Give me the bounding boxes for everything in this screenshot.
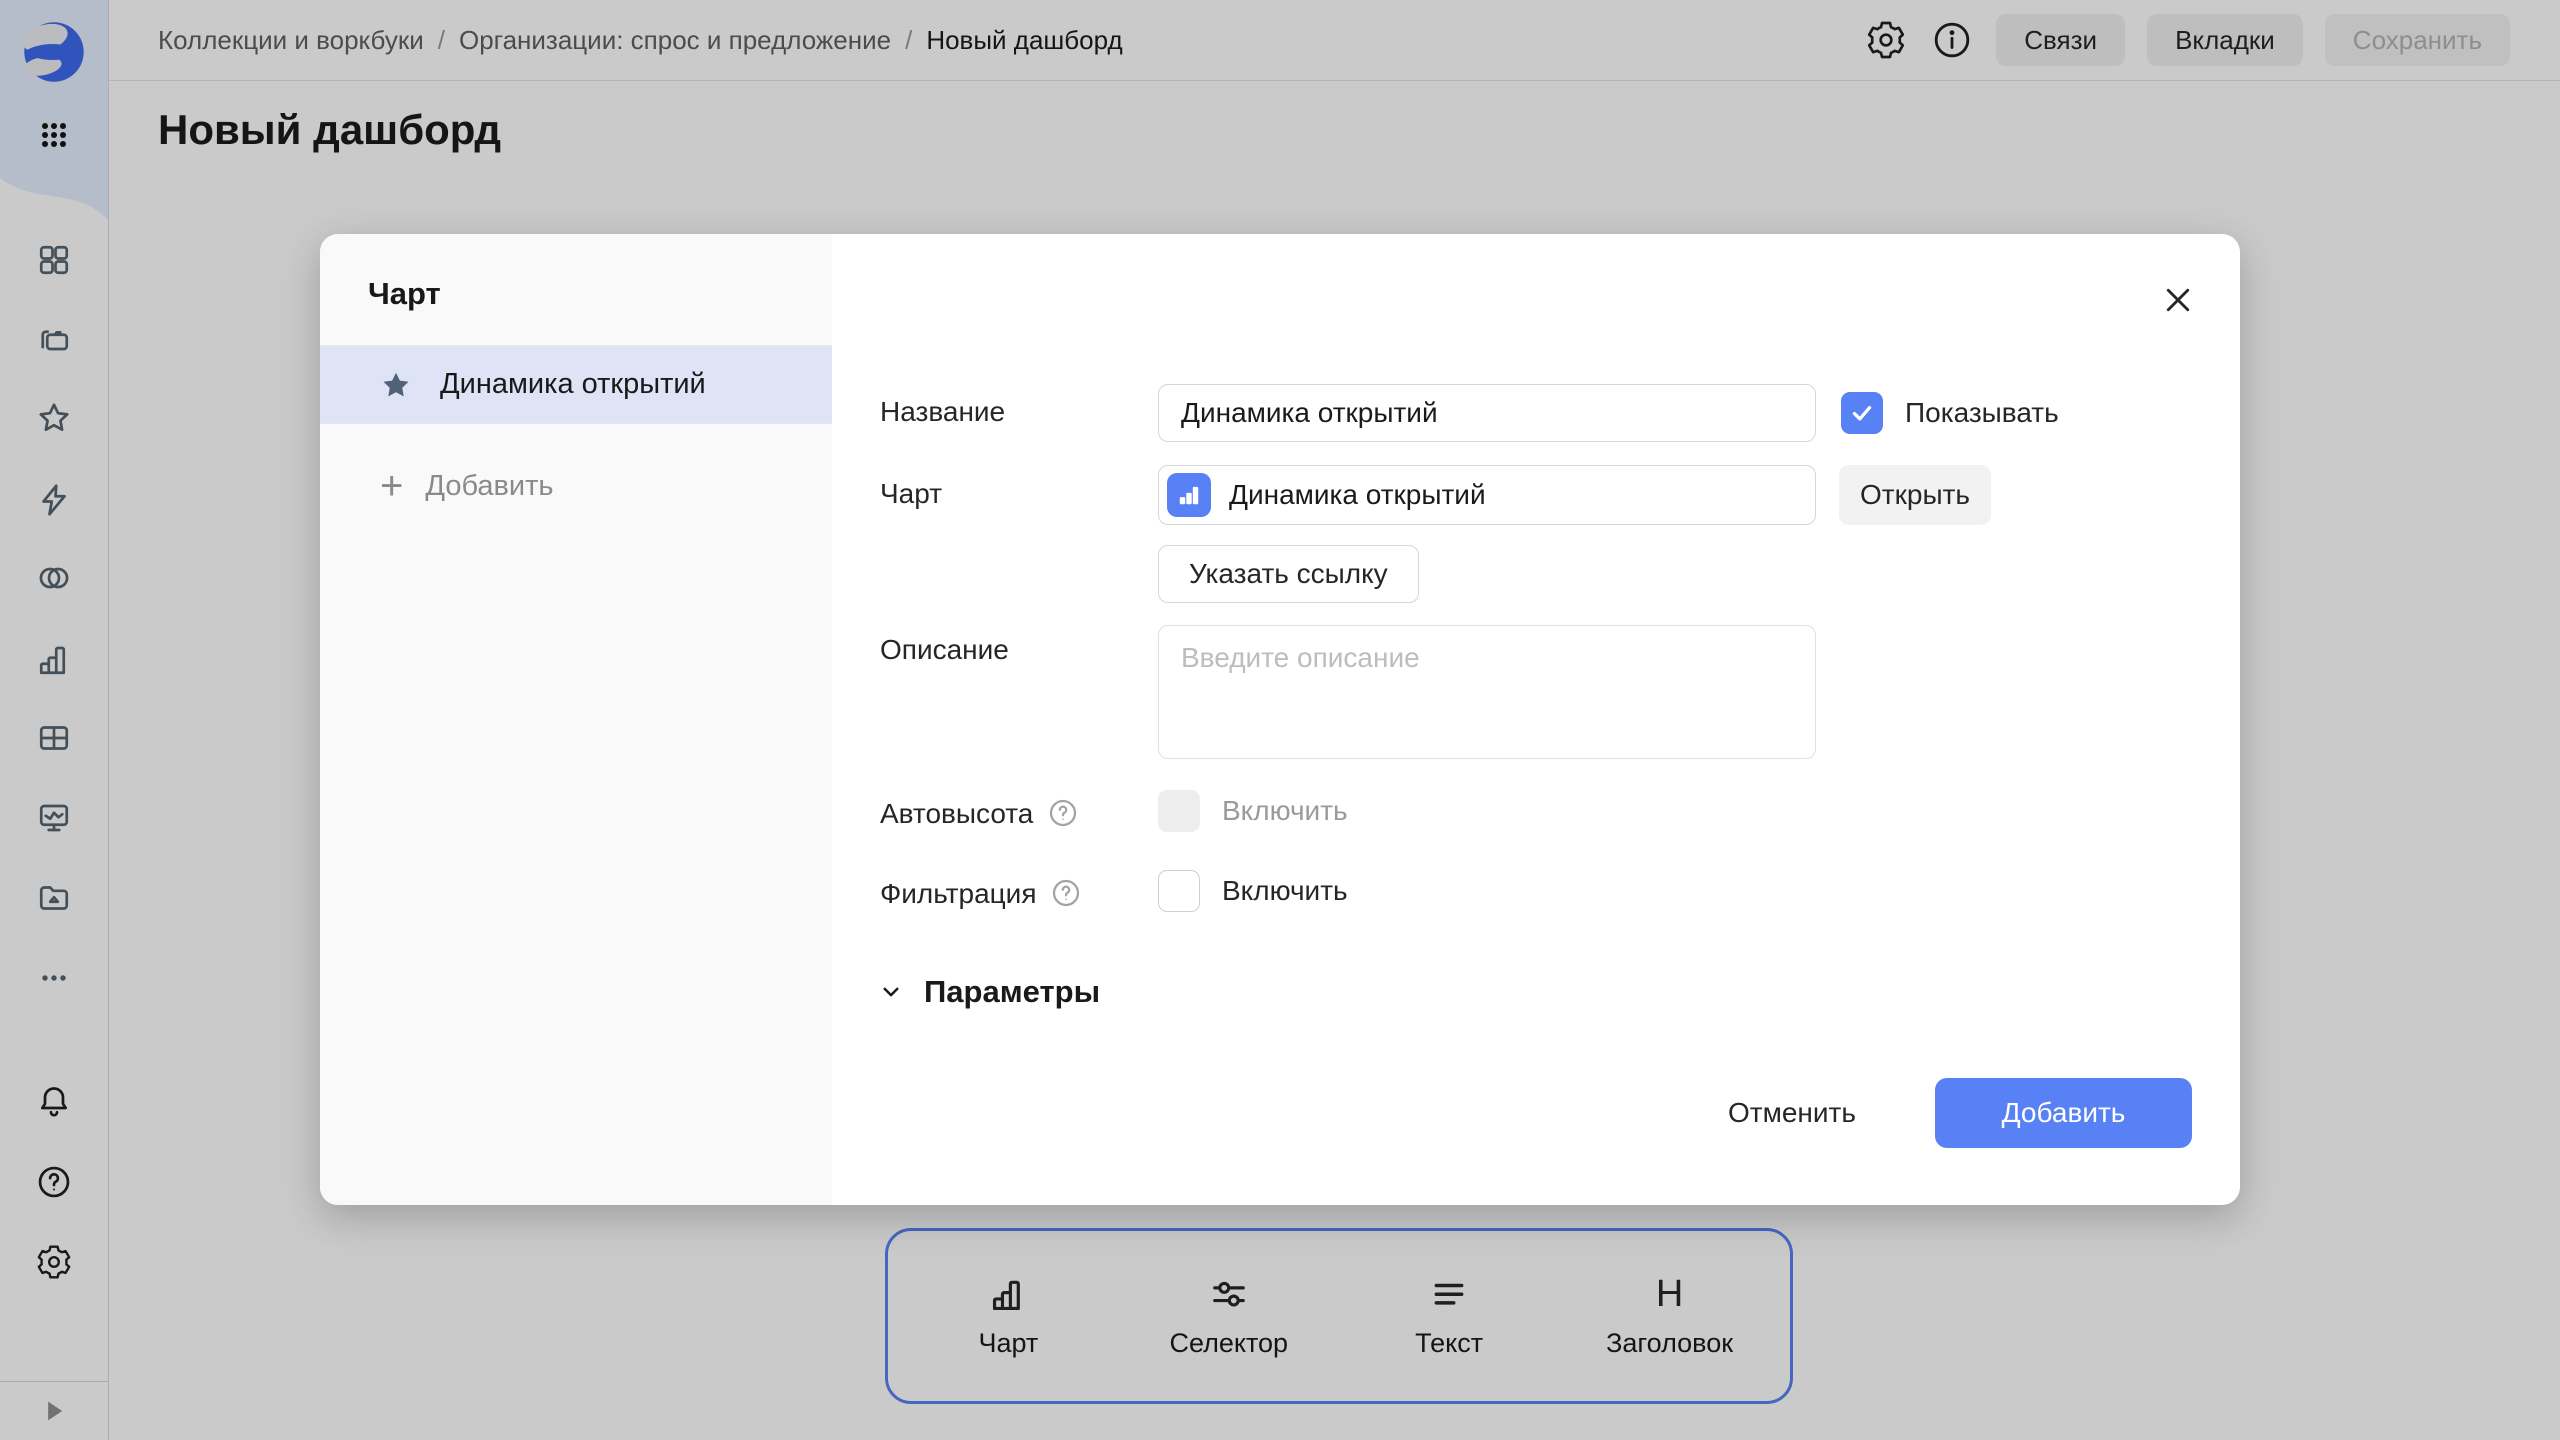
- specify-link-button[interactable]: Указать ссылку: [1158, 545, 1419, 603]
- widget-list-item-selected[interactable]: Динамика открытий: [320, 345, 832, 424]
- add-widget-tab-label: Добавить: [425, 470, 553, 503]
- autoheight-checkbox-row: Включить: [1158, 790, 1348, 832]
- autoheight-help-icon[interactable]: [1047, 797, 1079, 829]
- filtering-checkbox-row: Включить: [1158, 870, 1348, 912]
- chart-select-value: Динамика открытий: [1229, 479, 1486, 511]
- dialog-left-panel: Чарт Динамика открытий + Добавить: [320, 234, 832, 1205]
- open-chart-button[interactable]: Открыть: [1839, 465, 1991, 525]
- dialog-title: Чарт: [368, 276, 441, 312]
- filtering-field-label: Фильтрация: [880, 877, 1082, 910]
- dialog-footer: Отменить Добавить: [832, 1078, 2240, 1148]
- chart-widget-dialog: Чарт Динамика открытий + Добавить: [320, 234, 2240, 1205]
- autoheight-field-label: Автовысота: [880, 797, 1079, 830]
- params-section-toggle[interactable]: Параметры: [876, 974, 1100, 1010]
- autoheight-checkbox-label: Включить: [1222, 795, 1348, 827]
- show-title-label: Показывать: [1905, 397, 2059, 429]
- show-title-checkbox[interactable]: [1841, 392, 1883, 434]
- name-field-label: Название: [880, 396, 1005, 428]
- widget-list-item-label: Динамика открытий: [440, 368, 706, 401]
- star-icon: [380, 369, 412, 401]
- chart-field-label: Чарт: [880, 478, 942, 510]
- show-title-checkbox-row: Показывать: [1841, 384, 2059, 442]
- params-section-label: Параметры: [924, 974, 1100, 1010]
- filtering-help-icon[interactable]: [1050, 877, 1082, 909]
- dialog-form: Название Показывать Чарт: [832, 234, 2240, 1205]
- description-field-label: Описание: [880, 634, 1009, 666]
- chevron-down-icon: [876, 977, 906, 1007]
- autoheight-checkbox[interactable]: [1158, 790, 1200, 832]
- screen: Коллекции и воркбуки / Организации: спро…: [0, 0, 2560, 1440]
- description-textarea[interactable]: [1158, 625, 1816, 759]
- name-input[interactable]: [1158, 384, 1816, 442]
- chart-select-input[interactable]: Динамика открытий: [1158, 465, 1816, 525]
- add-widget-tab-button[interactable]: + Добавить: [380, 466, 554, 506]
- close-icon[interactable]: [2148, 270, 2208, 330]
- add-button[interactable]: Добавить: [1935, 1078, 2192, 1148]
- chart-type-icon: [1167, 473, 1211, 517]
- plus-icon: +: [380, 466, 403, 506]
- cancel-button[interactable]: Отменить: [1708, 1078, 1876, 1148]
- filtering-checkbox-label: Включить: [1222, 875, 1348, 907]
- filtering-checkbox[interactable]: [1158, 870, 1200, 912]
